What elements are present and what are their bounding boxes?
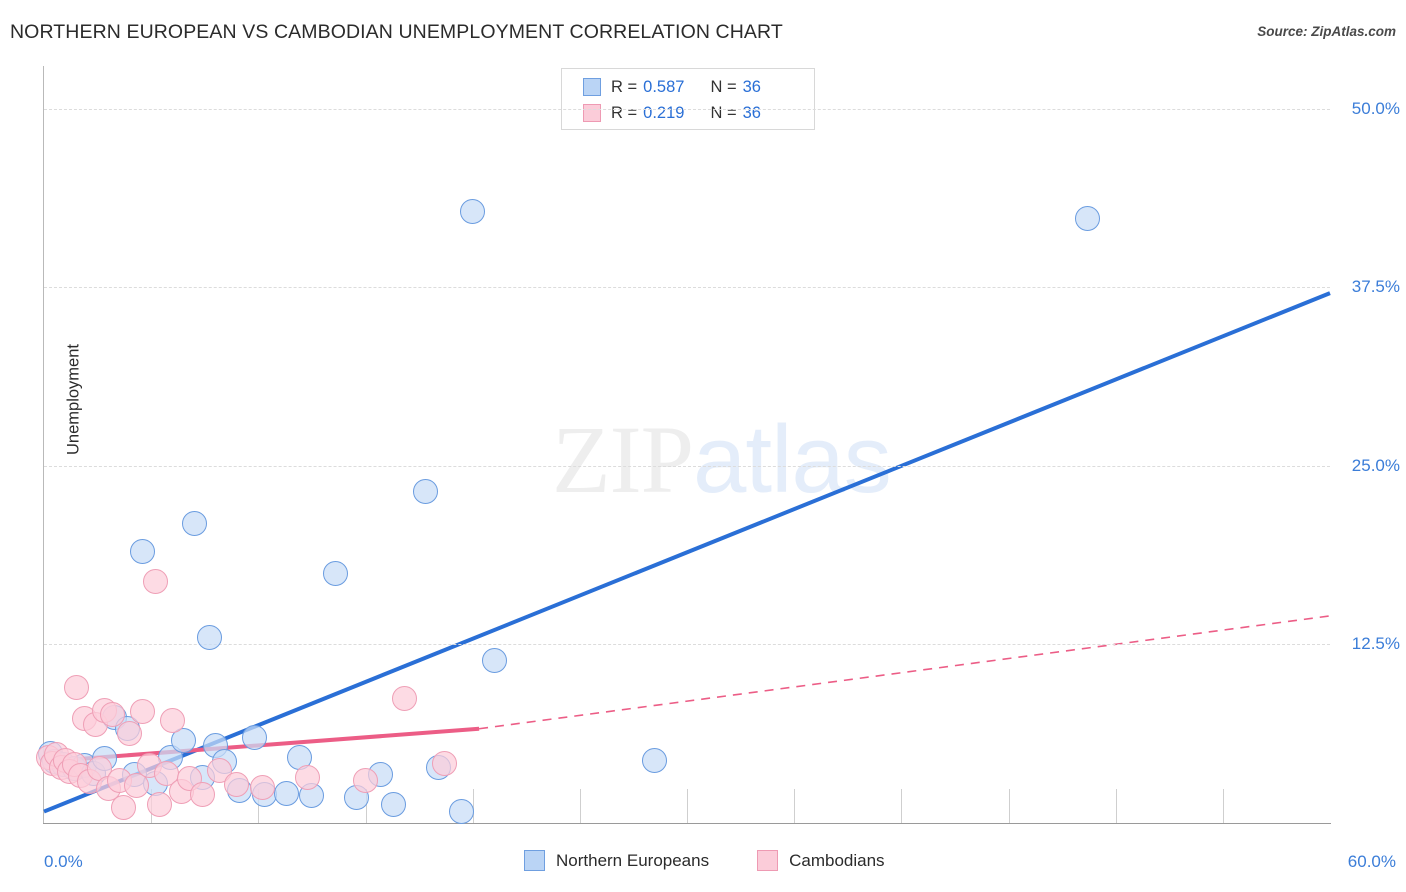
x-axis-line: [43, 823, 1331, 824]
scatter-point[interactable]: [295, 764, 321, 790]
x-axis-tick: [1115, 789, 1117, 823]
gridline-y: [44, 644, 1330, 646]
legend-swatch-pink: [583, 104, 601, 122]
correlation-legend: R = 0.587 N = 36 R = 0.219 N = 36: [561, 68, 815, 130]
legend-item-northern-europeans[interactable]: Northern Europeans: [524, 850, 709, 871]
legend-swatch-cambodians: [757, 850, 779, 871]
scatter-point[interactable]: [432, 750, 458, 776]
scatter-point[interactable]: [117, 720, 143, 746]
legend-swatch-northern-europeans: [524, 850, 545, 871]
gridline-y: [44, 287, 1330, 289]
scatter-point[interactable]: [160, 707, 186, 733]
x-axis-tick: [687, 789, 688, 823]
x-axis-tick: [1222, 789, 1224, 823]
scatter-point[interactable]: [380, 791, 406, 817]
n-value-pink: 36: [742, 103, 761, 122]
legend-label-northern-europeans: Northern Europeans: [556, 850, 710, 870]
n-label-pink: N =: [710, 103, 737, 122]
legend-item-cambodians[interactable]: Cambodians: [757, 850, 885, 871]
plot-area: [44, 66, 1330, 823]
scatter-point[interactable]: [196, 624, 222, 650]
scatter-point[interactable]: [241, 724, 267, 750]
scatter-point[interactable]: [481, 647, 507, 673]
scatter-point[interactable]: [273, 780, 299, 806]
source-attribution: Source: ZipAtlas.com: [1257, 24, 1396, 39]
series-legend: Northern Europeans Cambodians: [524, 850, 885, 871]
legend-swatch-blue: [583, 78, 601, 96]
gridline-y: [44, 108, 1330, 110]
n-label-blue: N =: [710, 77, 737, 96]
y-axis-tick-label: 37.5%: [1351, 277, 1400, 297]
x-axis-max-label: 60.0%: [1347, 852, 1396, 871]
scatter-point[interactable]: [147, 791, 173, 817]
correlation-row-cambodians: R = 0.219 N = 36: [583, 100, 814, 126]
x-axis-tick: [794, 789, 796, 823]
legend-label-cambodians: Cambodians: [789, 850, 885, 870]
x-axis-min-label: 0.0%: [44, 852, 83, 871]
scatter-point[interactable]: [110, 794, 136, 820]
scatter-point[interactable]: [413, 479, 438, 505]
x-axis-tick: [1008, 789, 1010, 823]
scatter-point[interactable]: [142, 569, 168, 595]
r-value-blue: 0.587: [643, 77, 685, 96]
y-axis-tick-label: 25.0%: [1351, 455, 1400, 475]
n-value-blue: 36: [742, 77, 761, 96]
gridline-y: [44, 465, 1330, 467]
correlation-chart-page: NORTHERN EUROPEAN VS CAMBODIAN UNEMPLOYM…: [0, 0, 1406, 892]
y-axis-tick-label: 12.5%: [1351, 634, 1400, 654]
y-axis-tick-label: 50.0%: [1351, 98, 1400, 118]
r-label-blue: R =: [611, 77, 638, 96]
correlation-row-northern-europeans: R = 0.587 N = 36: [583, 74, 814, 100]
scatter-point[interactable]: [181, 510, 207, 536]
scatter-point[interactable]: [190, 781, 216, 807]
scatter-point[interactable]: [322, 560, 348, 586]
scatter-point[interactable]: [63, 674, 89, 700]
scatter-point[interactable]: [250, 774, 276, 800]
scatter-point[interactable]: [353, 767, 378, 793]
scatter-point[interactable]: [391, 686, 417, 712]
r-label-pink: R =: [611, 103, 638, 122]
page-title: NORTHERN EUROPEAN VS CAMBODIAN UNEMPLOYM…: [10, 21, 783, 43]
scatter-point[interactable]: [130, 699, 156, 725]
x-axis-tick: [579, 789, 581, 823]
x-axis-tick: [901, 789, 903, 823]
scatter-point[interactable]: [642, 747, 668, 773]
r-value-pink: 0.219: [643, 103, 685, 122]
